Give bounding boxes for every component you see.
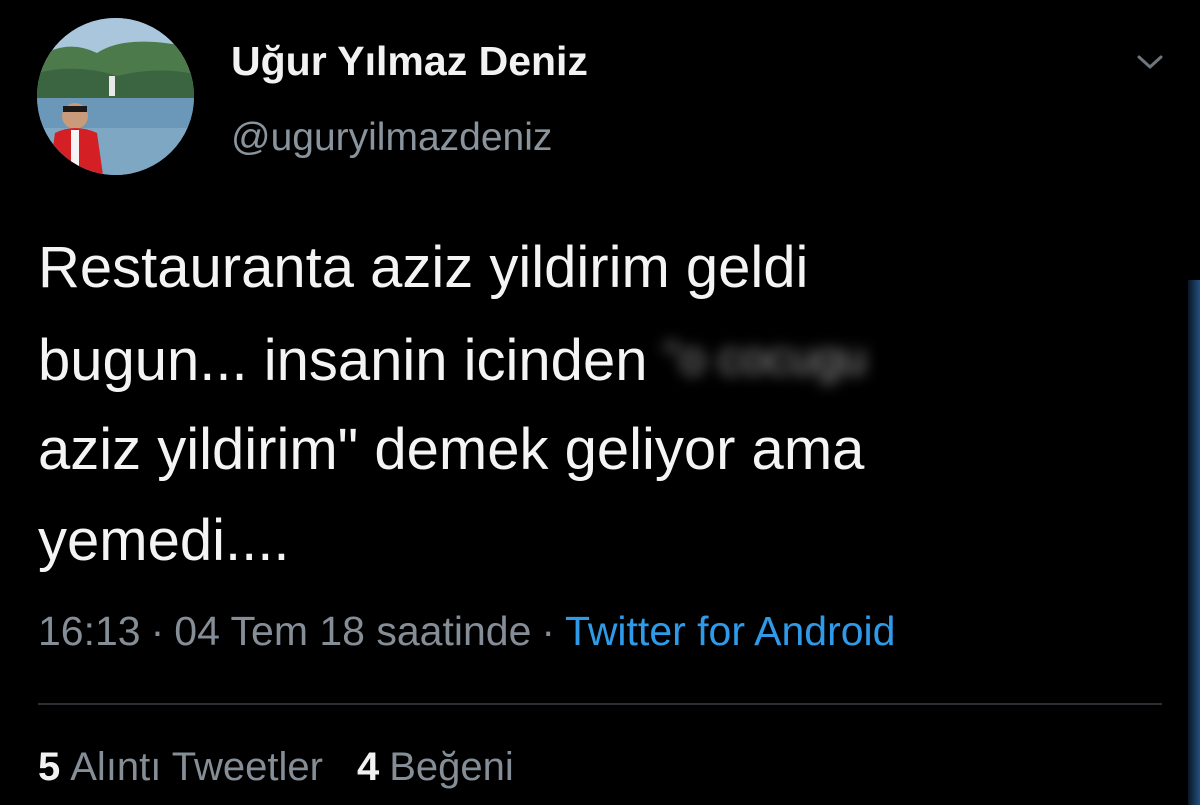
divider: [38, 703, 1162, 705]
blurred-text: "o cocugu: [663, 332, 867, 384]
tweet-text-segment: bugun... insanin icinden: [38, 328, 648, 393]
author-handle[interactable]: @uguryilmazdeniz: [231, 116, 552, 160]
tweet-date[interactable]: 04 Tem 18 saatinde: [174, 608, 531, 654]
tweet-text-line: yemedi....: [38, 508, 290, 573]
tweet-text-line: aziz yildirim" demek geliyor ama: [38, 417, 865, 482]
likes-count: 4: [356, 745, 380, 789]
meta-separator: ·: [541, 608, 556, 654]
scrollbar[interactable]: [1188, 280, 1200, 805]
quote-tweets-label: Alıntı Tweetler: [70, 745, 323, 789]
tweet-stats: 5 Alıntı Tweetler 4 Beğeni: [38, 745, 548, 790]
tweet-detail: Uğur Yılmaz Deniz @uguryilmazdeniz Resta…: [0, 0, 1200, 805]
tweet-menu-button[interactable]: [1128, 44, 1172, 80]
meta-separator: ·: [150, 608, 165, 654]
tweet-meta: 16:13 · 04 Tem 18 saatinde · Twitter for And…: [38, 608, 895, 655]
chevron-down-icon: [1137, 55, 1163, 69]
tweet-time[interactable]: 16:13: [38, 608, 141, 654]
author-display-name[interactable]: Uğur Yılmaz Deniz: [231, 38, 588, 85]
likes-stat[interactable]: 4 Beğeni: [357, 745, 514, 790]
tweet-text-line: Restauranta aziz yildirim geldi: [38, 235, 809, 300]
tweet-text: Restauranta aziz yildirim geldi bugun...…: [38, 222, 1168, 586]
likes-label: Beğeni: [389, 745, 514, 789]
tweet-text-line: bugun... insanin icinden "o cocugu: [38, 313, 1168, 404]
quote-tweets-stat[interactable]: 5 Alıntı Tweetler: [38, 745, 323, 790]
profile-photo-avatar: [37, 18, 194, 175]
avatar[interactable]: [37, 18, 194, 175]
tweet-source-link[interactable]: Twitter for Android: [565, 608, 895, 654]
quote-tweets-count: 5: [38, 745, 61, 789]
